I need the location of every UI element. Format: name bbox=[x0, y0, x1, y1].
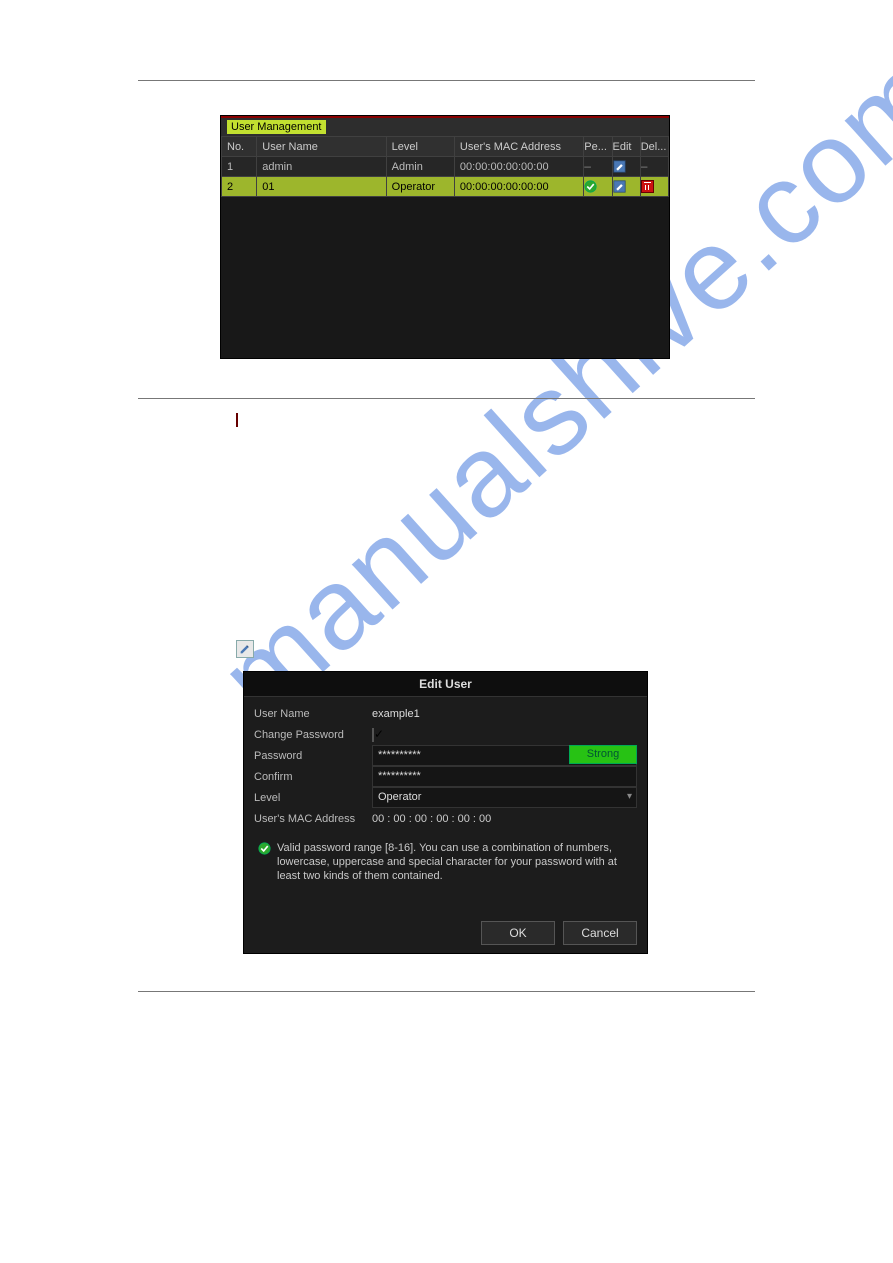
col-delete: Del... bbox=[640, 137, 668, 157]
col-no: No. bbox=[222, 137, 257, 157]
confirm-field[interactable]: ********** bbox=[372, 766, 637, 787]
level-dropdown[interactable]: Operator bbox=[372, 787, 637, 808]
cell-delete: – bbox=[640, 157, 668, 177]
user-management-panel: User Management No. User Name Level User… bbox=[220, 115, 670, 359]
cell-username: 01 bbox=[257, 177, 386, 197]
cell-permission[interactable] bbox=[584, 177, 612, 197]
check-icon[interactable] bbox=[584, 180, 597, 193]
edit-icon bbox=[236, 640, 254, 658]
dialog-title: Edit User bbox=[244, 672, 647, 697]
col-edit: Edit bbox=[612, 137, 640, 157]
cell-edit[interactable] bbox=[612, 177, 640, 197]
label-mac: User's MAC Address bbox=[254, 813, 372, 825]
cell-delete[interactable] bbox=[640, 177, 668, 197]
cell-mac: 00:00:00:00:00:00 bbox=[454, 157, 583, 177]
edit-user-dialog: Edit User User Name example1 Change Pass… bbox=[243, 671, 648, 954]
value-username: example1 bbox=[372, 708, 637, 720]
table-row[interactable]: 2 01 Operator 00:00:00:00:00:00 bbox=[222, 177, 669, 197]
panel-title-label: User Management bbox=[227, 120, 326, 134]
col-username: User Name bbox=[257, 137, 386, 157]
cell-username: admin bbox=[257, 157, 386, 177]
edit-icon[interactable] bbox=[613, 160, 626, 173]
cell-edit[interactable] bbox=[612, 157, 640, 177]
cell-mac: 00:00:00:00:00:00 bbox=[454, 177, 583, 197]
hint-text: Valid password range [8-16]. You can use… bbox=[277, 841, 633, 883]
divider bbox=[138, 398, 755, 399]
col-level: Level bbox=[386, 137, 454, 157]
label-level: Level bbox=[254, 792, 372, 804]
cell-permission: – bbox=[584, 157, 612, 177]
cell-no: 2 bbox=[222, 177, 257, 197]
panel-title: User Management bbox=[221, 118, 669, 136]
col-permission: Pe... bbox=[584, 137, 612, 157]
cell-level: Operator bbox=[386, 177, 454, 197]
cell-level: Admin bbox=[386, 157, 454, 177]
divider bbox=[138, 991, 755, 992]
label-password: Password bbox=[254, 750, 372, 762]
ok-button[interactable]: OK bbox=[481, 921, 555, 945]
password-hint: Valid password range [8-16]. You can use… bbox=[244, 829, 647, 883]
label-username: User Name bbox=[254, 708, 372, 720]
user-table: No. User Name Level User's MAC Address P… bbox=[221, 136, 669, 197]
check-icon bbox=[258, 842, 271, 855]
label-confirm: Confirm bbox=[254, 771, 372, 783]
col-mac: User's MAC Address bbox=[454, 137, 583, 157]
label-change-password: Change Password bbox=[254, 729, 372, 741]
strength-badge: Strong bbox=[569, 745, 637, 764]
edit-icon[interactable] bbox=[613, 180, 626, 193]
mac-field[interactable]: 00 : 00 : 00 : 00 : 00 : 00 bbox=[372, 813, 637, 825]
table-row[interactable]: 1 admin Admin 00:00:00:00:00:00 – – bbox=[222, 157, 669, 177]
change-password-checkbox[interactable] bbox=[372, 728, 374, 742]
cell-no: 1 bbox=[222, 157, 257, 177]
cancel-button[interactable]: Cancel bbox=[563, 921, 637, 945]
trash-icon[interactable] bbox=[641, 180, 654, 193]
divider bbox=[138, 80, 755, 81]
trash-icon bbox=[236, 414, 238, 426]
